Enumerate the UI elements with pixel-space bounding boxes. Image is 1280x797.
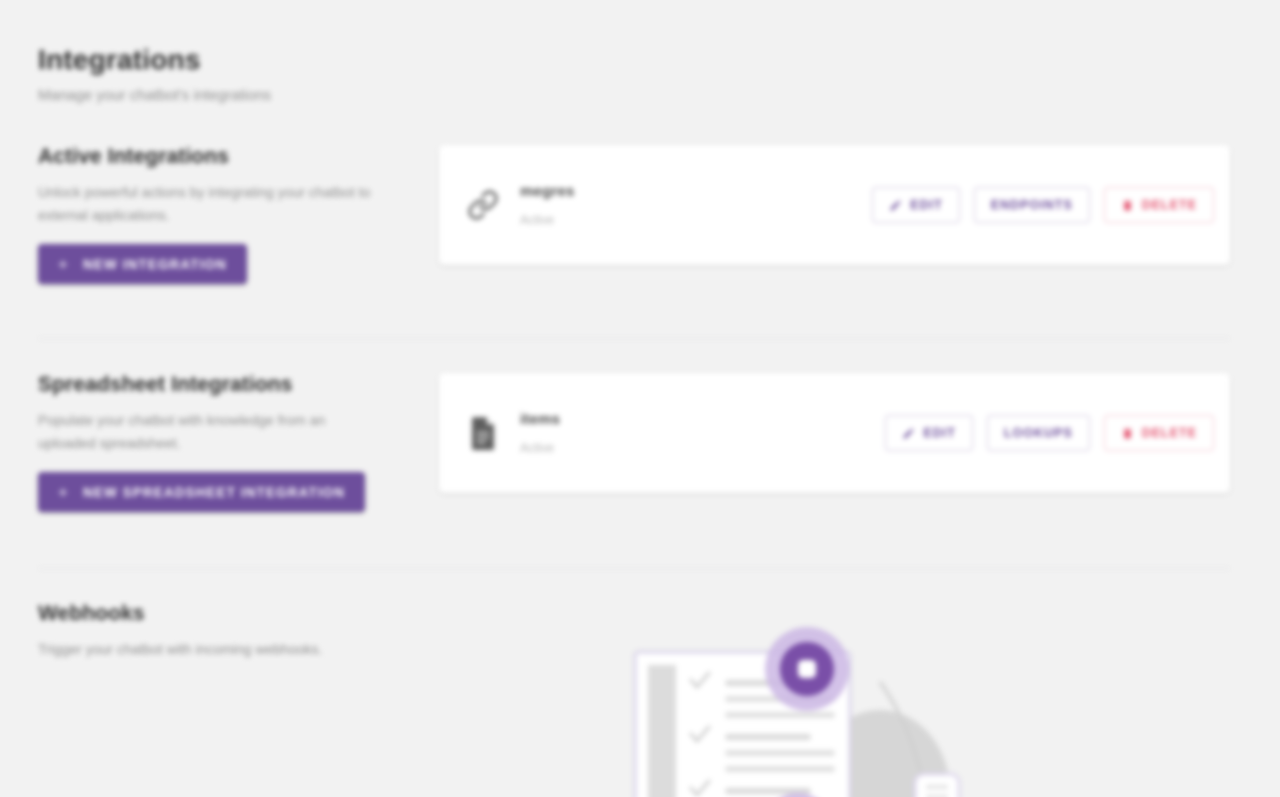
- integration-row[interactable]: megres Active EDIT ENDPOINTS DELETE: [439, 145, 1230, 265]
- section-active-description: Unlock powerful actions by integrating y…: [38, 184, 371, 223]
- active-integrations-card: megres Active EDIT ENDPOINTS DELETE: [439, 145, 1230, 265]
- section-divider: [38, 568, 1230, 569]
- trash-icon: [1121, 427, 1134, 440]
- new-spreadsheet-integration-button[interactable]: + NEW SPREADSHEET INTEGRATION: [38, 472, 365, 513]
- delete-button-label: DELETE: [1141, 426, 1197, 440]
- pencil-icon: [889, 199, 902, 212]
- integration-row-actions: EDIT ENDPOINTS DELETE: [872, 187, 1214, 223]
- section-active-description-block: Active Integrations Unlock powerful acti…: [38, 145, 418, 285]
- section-divider: [38, 338, 1230, 339]
- section-spreadsheet-description: Populate your chatbot with knowledge fro…: [38, 412, 326, 451]
- new-integration-button-label: NEW INTEGRATION: [83, 256, 227, 272]
- plus-icon: +: [58, 254, 70, 274]
- integration-name: items: [520, 411, 561, 428]
- status-badge: Active: [520, 441, 555, 455]
- delete-button[interactable]: DELETE: [1103, 415, 1214, 451]
- edit-button-label: EDIT: [923, 426, 956, 440]
- status-badge: Active: [520, 213, 555, 227]
- endpoints-button[interactable]: ENDPOINTS: [973, 187, 1090, 223]
- spreadsheet-integrations-card: items Active EDIT LOOKUPS DELETE: [439, 373, 1230, 493]
- section-webhooks-description: Trigger your chatbot with incoming webho…: [38, 641, 323, 657]
- edit-button[interactable]: EDIT: [872, 187, 960, 223]
- delete-button[interactable]: DELETE: [1103, 187, 1214, 223]
- integration-name: megres: [520, 183, 575, 200]
- integrations-page: Integrations Manage your chatbot's integ…: [0, 0, 1280, 797]
- section-spreadsheet-description-block: Spreadsheet Integrations Populate your c…: [38, 373, 418, 513]
- section-webhooks-title: Webhooks: [38, 602, 145, 625]
- section-active-title: Active Integrations: [38, 145, 229, 168]
- pencil-icon: [902, 427, 915, 440]
- new-spreadsheet-integration-button-label: NEW SPREADSHEET INTEGRATION: [83, 484, 345, 500]
- integration-meta: megres Active: [520, 183, 872, 227]
- new-integration-button[interactable]: + NEW INTEGRATION: [38, 244, 247, 285]
- endpoints-button-label: ENDPOINTS: [990, 198, 1073, 212]
- section-spreadsheet-title: Spreadsheet Integrations: [38, 373, 293, 396]
- integration-meta: items Active: [520, 411, 885, 455]
- document-icon: [461, 411, 505, 455]
- integration-row[interactable]: items Active EDIT LOOKUPS DELETE: [439, 373, 1230, 493]
- lookups-button[interactable]: LOOKUPS: [986, 415, 1090, 451]
- link-icon: [461, 183, 505, 227]
- trash-icon: [1121, 199, 1134, 212]
- page-title: Integrations: [38, 44, 201, 75]
- section-webhooks-description-block: Webhooks Trigger your chatbot with incom…: [38, 602, 418, 661]
- lookups-button-label: LOOKUPS: [1003, 426, 1073, 440]
- plus-icon: +: [58, 482, 70, 502]
- delete-button-label: DELETE: [1141, 198, 1197, 212]
- integration-row-actions: EDIT LOOKUPS DELETE: [885, 415, 1214, 451]
- page-header: Integrations Manage your chatbot's integ…: [38, 44, 271, 104]
- webhook-document-illustration: [615, 622, 1075, 797]
- edit-button[interactable]: EDIT: [885, 415, 973, 451]
- page-subtitle: Manage your chatbot's integrations: [38, 87, 272, 104]
- edit-button-label: EDIT: [910, 198, 943, 212]
